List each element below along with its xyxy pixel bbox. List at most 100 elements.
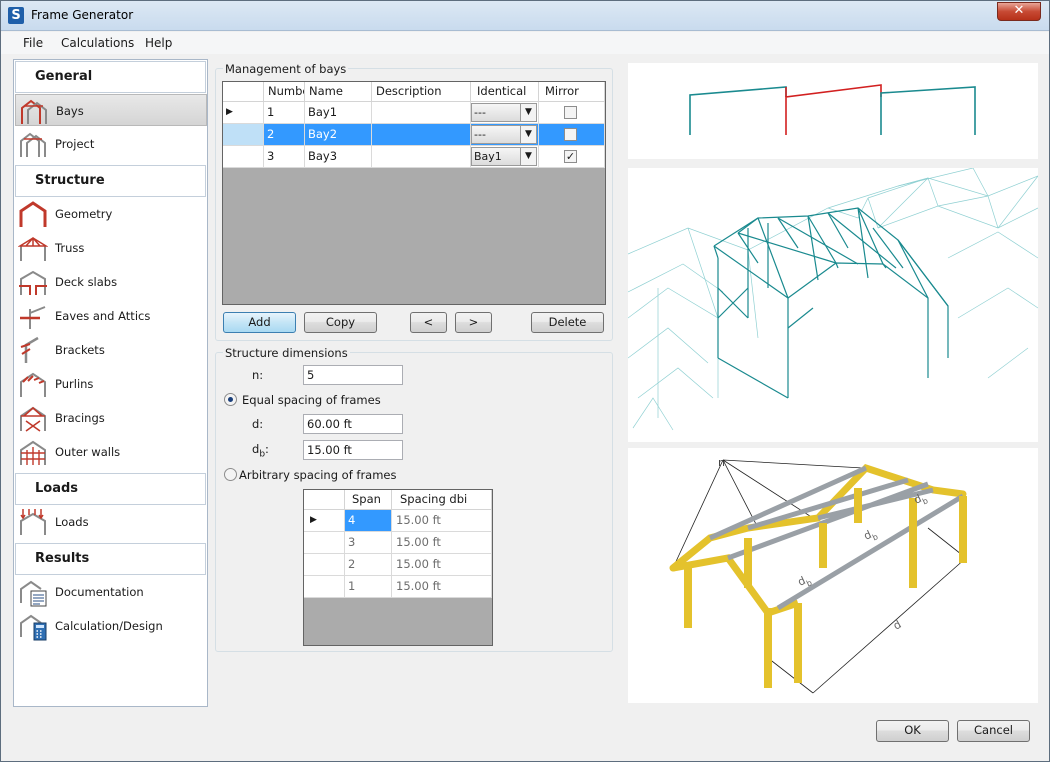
add-bay-button[interactable]: Add (223, 312, 296, 333)
col-span[interactable]: Span (345, 490, 392, 510)
cell-spacing[interactable]: 15.00 ft (392, 576, 492, 598)
sidebar-item-truss[interactable]: Truss (15, 232, 207, 264)
close-button[interactable]: ✕ (997, 2, 1041, 21)
row-indicator-icon[interactable]: ▶ (223, 102, 264, 124)
cell-name[interactable]: Bay1 (305, 102, 372, 124)
db-label-colon: : (265, 442, 269, 456)
menu-calculations[interactable]: Calculations (61, 36, 134, 50)
row-indicator[interactable] (223, 146, 264, 168)
spans-grid[interactable]: Span Spacing dbi ▶ 4 15.00 ft 3 15.00 ft… (303, 489, 493, 646)
identical-value: Bay1 (474, 150, 502, 163)
row-indicator[interactable] (304, 532, 345, 554)
move-left-button[interactable]: < (410, 312, 447, 333)
cell-name[interactable]: Bay3 (305, 146, 372, 168)
col-name[interactable]: Name (305, 82, 372, 102)
identical-dropdown[interactable]: Bay1 ▼ (471, 147, 537, 166)
cell-number[interactable]: 3 (264, 146, 305, 168)
col-spacing-dbi[interactable]: Spacing dbi (392, 490, 492, 510)
move-right-button[interactable]: > (455, 312, 492, 333)
cell-span[interactable]: 3 (345, 532, 392, 554)
row-indicator-icon[interactable]: ▶ (304, 510, 345, 532)
mirror-checkbox-checked[interactable]: ✓ (564, 150, 577, 163)
sidebar-section-loads: Loads (15, 473, 206, 505)
copy-bay-button[interactable]: Copy (304, 312, 377, 333)
cell-number[interactable]: 1 (264, 102, 305, 124)
cell-description[interactable] (372, 102, 471, 124)
sidebar-section-results: Results (15, 543, 206, 575)
title-bar[interactable]: S Frame Generator ✕ (1, 1, 1049, 31)
sidebar-item-documentation[interactable]: Documentation (15, 576, 207, 608)
sidebar-item-purlins[interactable]: Purlins (15, 368, 207, 400)
sidebar-item-outer-walls[interactable]: Outer walls (15, 436, 207, 468)
cell-mirror[interactable]: ✓ (539, 146, 605, 168)
mirror-checkbox[interactable] (564, 106, 577, 119)
grid-corner (304, 490, 345, 510)
cell-mirror[interactable] (539, 124, 605, 146)
cell-identical[interactable]: --- ▼ (471, 102, 539, 124)
cell-mirror[interactable] (539, 102, 605, 124)
menu-bar: File Calculations Help (1, 32, 1049, 54)
col-mirror[interactable]: Mirror (539, 82, 605, 102)
identical-dropdown[interactable]: --- ▼ (471, 125, 537, 144)
arbitrary-spacing-label[interactable]: Arbitrary spacing of frames (239, 468, 397, 482)
sidebar-item-label: Documentation (55, 585, 144, 599)
sidebar-item-calculation-design[interactable]: Calculation/Design (15, 610, 207, 642)
equal-spacing-radio[interactable] (224, 393, 237, 406)
identical-dropdown[interactable]: --- ▼ (471, 103, 537, 122)
sidebar: General Bays Project Structure Geometry (13, 59, 208, 707)
sidebar-item-loads[interactable]: Loads (15, 506, 207, 538)
preview-label-d: d (891, 618, 904, 633)
sidebar-item-bracings[interactable]: Bracings (15, 402, 207, 434)
cell-spacing[interactable]: 15.00 ft (392, 532, 492, 554)
delete-bay-button[interactable]: Delete (531, 312, 604, 333)
calculation-icon (20, 614, 47, 641)
row-indicator[interactable] (304, 576, 345, 598)
menu-file[interactable]: File (23, 36, 43, 50)
mirror-checkbox[interactable] (564, 128, 577, 141)
cell-name[interactable]: Bay2 (305, 124, 372, 146)
n-input[interactable]: 5 (303, 365, 403, 385)
row-indicator[interactable] (223, 124, 264, 146)
cancel-button[interactable]: Cancel (957, 720, 1030, 742)
db-input[interactable]: 15.00 ft (303, 440, 403, 460)
col-description[interactable]: Description (372, 82, 471, 102)
d-input[interactable]: 60.00 ft (303, 414, 403, 434)
row-indicator[interactable] (304, 554, 345, 576)
sidebar-item-label: Deck slabs (55, 275, 118, 289)
ok-button[interactable]: OK (876, 720, 949, 742)
cell-spacing[interactable]: 15.00 ft (392, 554, 492, 576)
chevron-down-icon[interactable]: ▼ (520, 126, 536, 143)
brackets-icon (20, 336, 39, 363)
cell-number[interactable]: 2 (264, 124, 305, 146)
sidebar-item-deck-slabs[interactable]: Deck slabs (15, 266, 207, 298)
sidebar-item-bays[interactable]: Bays (15, 94, 207, 126)
cell-identical[interactable]: --- ▼ (471, 124, 539, 146)
cell-description[interactable] (372, 146, 471, 168)
sidebar-item-label: Loads (55, 515, 89, 529)
cell-description[interactable] (372, 124, 471, 146)
chevron-down-icon[interactable]: ▼ (520, 148, 536, 165)
cell-identical[interactable]: Bay1 ▼ (471, 146, 539, 168)
sidebar-item-eaves-attics[interactable]: Eaves and Attics (15, 300, 207, 332)
frame-wireframe-diagram (627, 167, 1039, 431)
cell-span[interactable]: 2 (345, 554, 392, 576)
timber-frame-diagram: n db db db d (669, 456, 967, 694)
d-label: d: (252, 417, 264, 431)
arbitrary-spacing-radio[interactable] (224, 468, 237, 481)
equal-spacing-label[interactable]: Equal spacing of frames (242, 393, 381, 407)
menu-help[interactable]: Help (145, 36, 172, 50)
chevron-down-icon[interactable]: ▼ (520, 104, 536, 121)
cell-span[interactable]: 1 (345, 576, 392, 598)
sidebar-section-structure: Structure (15, 165, 206, 197)
cell-span[interactable]: 4 (345, 510, 392, 532)
bays-grid[interactable]: Numbe Name Description Identical Mirror … (222, 81, 606, 305)
db2-sub: b (871, 532, 879, 542)
col-identical[interactable]: Identical (471, 82, 539, 102)
grid-corner (223, 82, 264, 102)
sidebar-item-project[interactable]: Project (15, 128, 207, 160)
cell-spacing[interactable]: 15.00 ft (392, 510, 492, 532)
col-number[interactable]: Numbe (264, 82, 305, 102)
sidebar-item-label: Geometry (55, 207, 113, 221)
sidebar-item-brackets[interactable]: Brackets (15, 334, 207, 366)
sidebar-item-geometry[interactable]: Geometry (15, 198, 207, 230)
